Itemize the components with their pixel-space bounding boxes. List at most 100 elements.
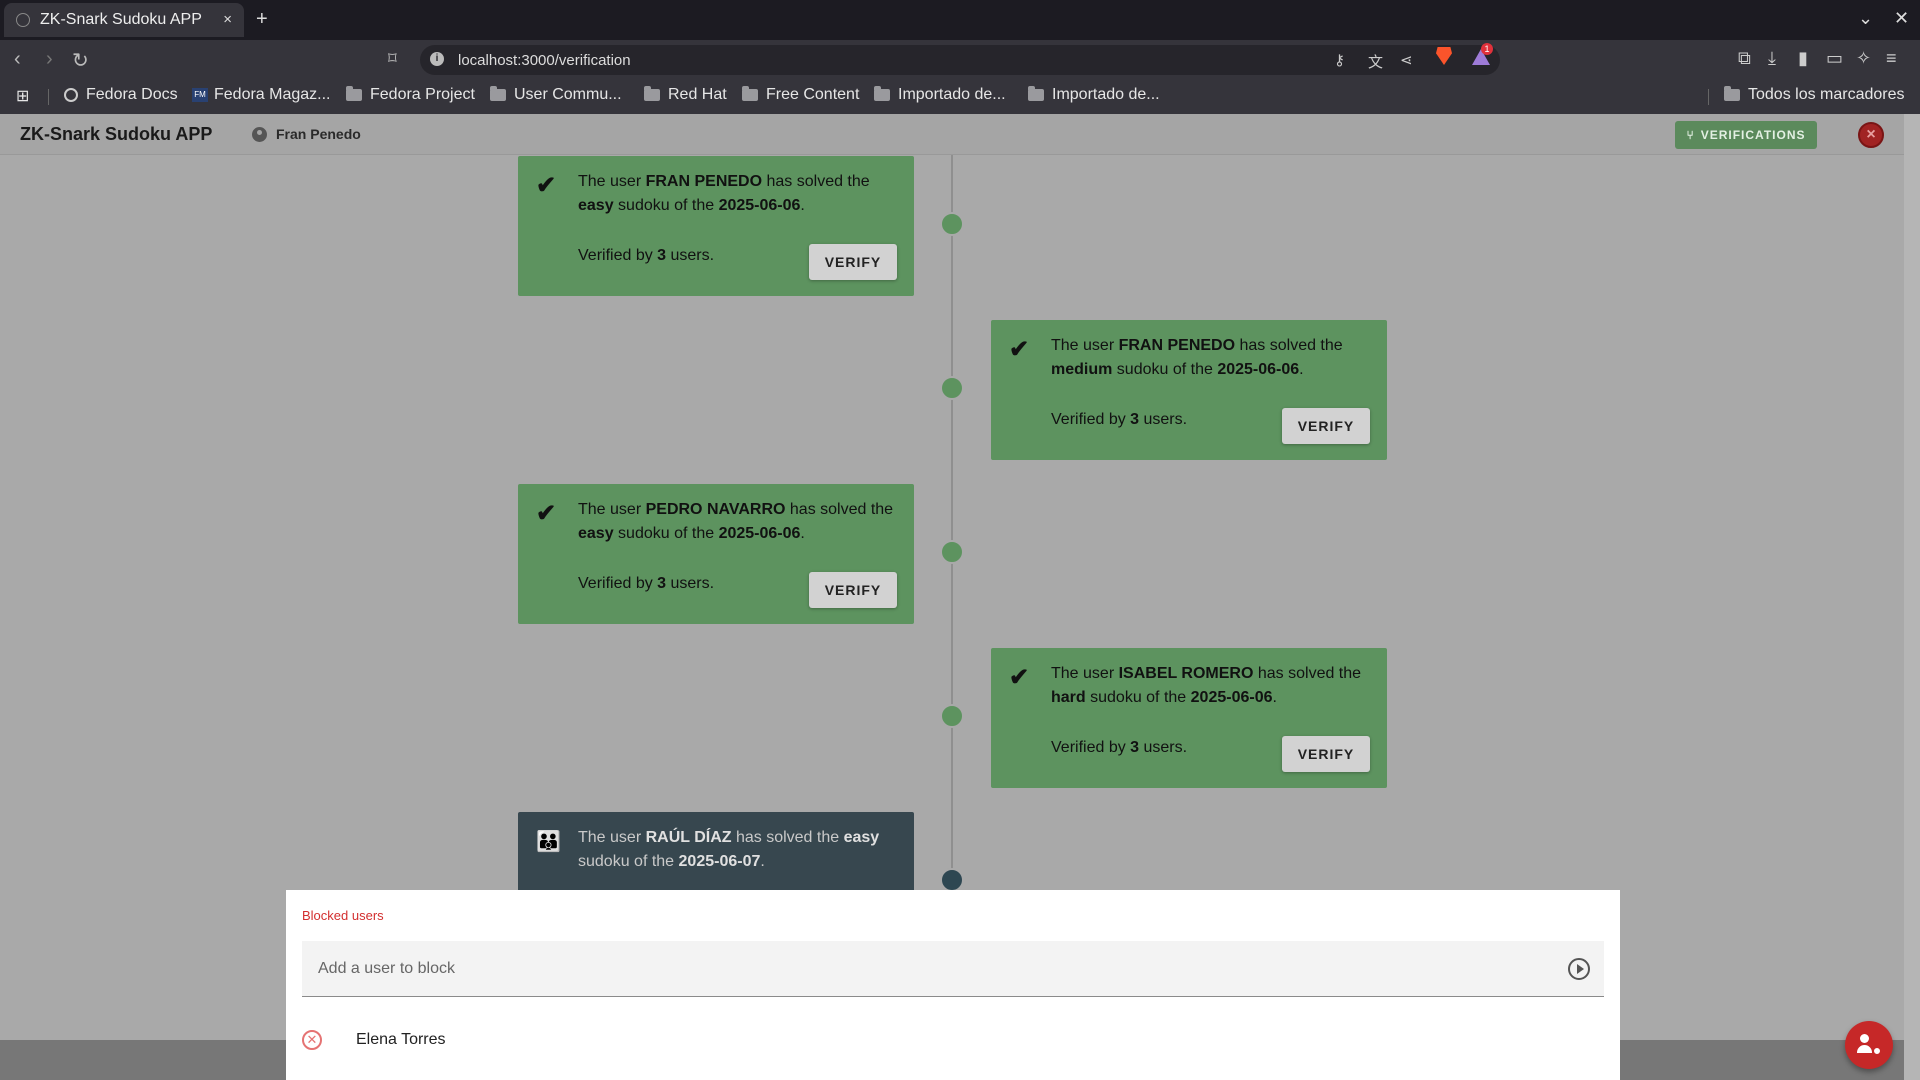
- folder-icon: [1724, 86, 1740, 101]
- bookmark-item[interactable]: Fedora Docs: [64, 86, 178, 104]
- group-users-icon: 👪: [536, 831, 561, 853]
- blocked-users-title: Blocked users: [302, 908, 384, 923]
- logout-close-button[interactable]: ×: [1858, 122, 1884, 148]
- check-icon: ✔: [536, 172, 557, 199]
- blocked-users-panel: Blocked users ✕ Elena Torres: [286, 890, 1620, 1080]
- downloads-icon[interactable]: ⤓: [1768, 48, 1776, 69]
- reload-icon[interactable]: ↻: [72, 48, 89, 73]
- verification-card: ✔ The user ISABEL ROMERO has solved the …: [991, 648, 1387, 788]
- folder-icon: [874, 86, 890, 101]
- bookmark-folder[interactable]: Fedora Project: [346, 86, 475, 104]
- bookmark-folder[interactable]: User Commu...: [490, 86, 622, 104]
- check-icon: ✔: [1009, 336, 1030, 363]
- blocked-user-name: Elena Torres: [356, 1031, 446, 1048]
- bookmark-item[interactable]: FM Fedora Magaz...: [192, 86, 331, 104]
- folder-icon: [644, 86, 660, 101]
- tab-list-chevron-icon[interactable]: ⌄: [1858, 8, 1873, 29]
- menu-icon[interactable]: ≡: [1886, 48, 1897, 69]
- bookmark-page-icon[interactable]: ⌑: [388, 49, 397, 69]
- globe-icon: [64, 88, 78, 102]
- folder-icon: [1028, 86, 1044, 101]
- bookmark-folder[interactable]: Importado de...: [874, 86, 1006, 104]
- close-icon: ×: [1866, 126, 1876, 143]
- back-icon[interactable]: ‹: [14, 48, 21, 71]
- unblock-cancel-icon[interactable]: ✕: [302, 1030, 322, 1050]
- person-off-icon: [1873, 1047, 1881, 1055]
- new-tab-icon[interactable]: +: [256, 8, 268, 31]
- all-bookmarks-folder[interactable]: Todos los marcadores: [1724, 86, 1905, 104]
- url-text: localhost:3000/verification: [458, 52, 631, 69]
- verify-button[interactable]: VERIFY: [1282, 736, 1370, 772]
- verification-card: ✔ The user FRAN PENEDO has solved the ea…: [518, 156, 914, 296]
- bookmark-label: Todos los marcadores: [1748, 86, 1905, 103]
- app-header: ZK-Snark Sudoku APP Fran Penedo ⑂ VERIFI…: [0, 114, 1904, 155]
- current-user-name: Fran Penedo: [276, 126, 361, 142]
- card-text: The user PEDRO NAVARRO has solved the ea…: [578, 501, 894, 542]
- rewards-badge: 1: [1481, 43, 1493, 55]
- timeline-dot: [940, 212, 964, 236]
- check-icon: ✔: [1009, 664, 1030, 691]
- bookmarks-divider: [48, 89, 49, 105]
- share-icon[interactable]: ⋖: [1400, 51, 1413, 69]
- verify-button[interactable]: VERIFY: [809, 244, 897, 280]
- block-user-fab[interactable]: [1845, 1021, 1893, 1069]
- tab-close-icon[interactable]: ×: [223, 11, 232, 28]
- timeline-dot: [940, 868, 964, 892]
- translate-icon[interactable]: 文: [1368, 51, 1383, 72]
- wallet-icon[interactable]: ▭: [1826, 48, 1843, 69]
- folder-icon: [742, 86, 758, 101]
- page-viewport: ZK-Snark Sudoku APP Fran Penedo ⑂ VERIFI…: [0, 114, 1904, 1080]
- bookmark-folder[interactable]: Red Hat: [644, 86, 727, 104]
- forward-icon[interactable]: ›: [46, 48, 53, 71]
- tab-title: ZK-Snark Sudoku APP: [40, 11, 202, 28]
- bookmark-folder[interactable]: Importado de...: [1028, 86, 1160, 104]
- bookmark-label: Free Content: [766, 86, 860, 103]
- account-circle-icon: [252, 126, 267, 142]
- verifications-label: VERIFICATIONS: [1700, 128, 1806, 142]
- sidebar-icon[interactable]: ▮: [1798, 48, 1808, 69]
- verified-count-text: Verified by 3 users.: [1051, 411, 1188, 428]
- bookmark-label: Fedora Docs: [86, 86, 178, 103]
- verification-card: ✔ The user PEDRO NAVARRO has solved the …: [518, 484, 914, 624]
- bookmarks-bar: ⊞ Fedora Docs FM Fedora Magaz... Fedora P…: [0, 80, 1920, 114]
- bookmark-label: Fedora Project: [370, 86, 475, 103]
- timeline-dot: [940, 376, 964, 400]
- verified-count-text: Verified by 3 users.: [578, 575, 715, 592]
- bookmark-folder[interactable]: Free Content: [742, 86, 859, 104]
- send-icon[interactable]: [1568, 958, 1590, 980]
- extensions-icon[interactable]: ⧉: [1738, 48, 1751, 69]
- folder-icon: [490, 86, 506, 101]
- card-text: The user FRAN PENEDO has solved the medi…: [1051, 337, 1343, 378]
- card-text: The user FRAN PENEDO has solved the easy…: [578, 173, 870, 214]
- browser-toolbar: ‹ › ↻ ⌑ i localhost:3000/verification ⚷ …: [0, 40, 1920, 80]
- block-user-field: [302, 941, 1604, 997]
- browser-tab[interactable]: ZK-Snark Sudoku APP ×: [4, 3, 244, 37]
- verify-button[interactable]: VERIFY: [1282, 408, 1370, 444]
- verifications-button[interactable]: ⑂ VERIFICATIONS: [1675, 121, 1817, 149]
- bookmark-label: Fedora Magaz...: [214, 86, 331, 103]
- apps-grid-icon[interactable]: ⊞: [16, 86, 29, 106]
- window-close-icon[interactable]: ✕: [1894, 8, 1909, 29]
- verified-count-text: Verified by 3 users.: [578, 247, 715, 264]
- card-text: The user ISABEL ROMERO has solved the ha…: [1051, 665, 1362, 706]
- bookmark-label: User Commu...: [514, 86, 622, 103]
- address-bar[interactable]: i localhost:3000/verification ⚷ 文 ⋖: [420, 45, 1500, 75]
- leo-ai-icon[interactable]: ✧: [1856, 48, 1871, 69]
- tab-favicon-icon: [16, 13, 30, 27]
- bookmark-label: Importado de...: [898, 86, 1006, 103]
- browser-tab-bar: ZK-Snark Sudoku APP × + ⌄ ✕: [0, 0, 1920, 40]
- verifications-icon: ⑂: [1686, 128, 1695, 142]
- block-user-input[interactable]: [318, 957, 1548, 981]
- page-scrollbar[interactable]: [1904, 114, 1920, 1080]
- site-info-icon[interactable]: i: [430, 52, 444, 66]
- card-text: The user RAÚL DÍAZ has solved the easy s…: [578, 829, 880, 870]
- password-key-icon[interactable]: ⚷: [1334, 51, 1345, 69]
- verified-count-text: Verified by 3 users.: [1051, 739, 1188, 756]
- verify-button[interactable]: VERIFY: [809, 572, 897, 608]
- pending-verification-card: 👪 The user RAÚL DÍAZ has solved the easy…: [518, 812, 914, 892]
- folder-icon: [346, 86, 362, 101]
- fedora-magazine-icon: FM: [192, 88, 208, 102]
- bookmark-label: Red Hat: [668, 86, 727, 103]
- verification-card: ✔ The user FRAN PENEDO has solved the me…: [991, 320, 1387, 460]
- app-title: ZK-Snark Sudoku APP: [20, 124, 213, 144]
